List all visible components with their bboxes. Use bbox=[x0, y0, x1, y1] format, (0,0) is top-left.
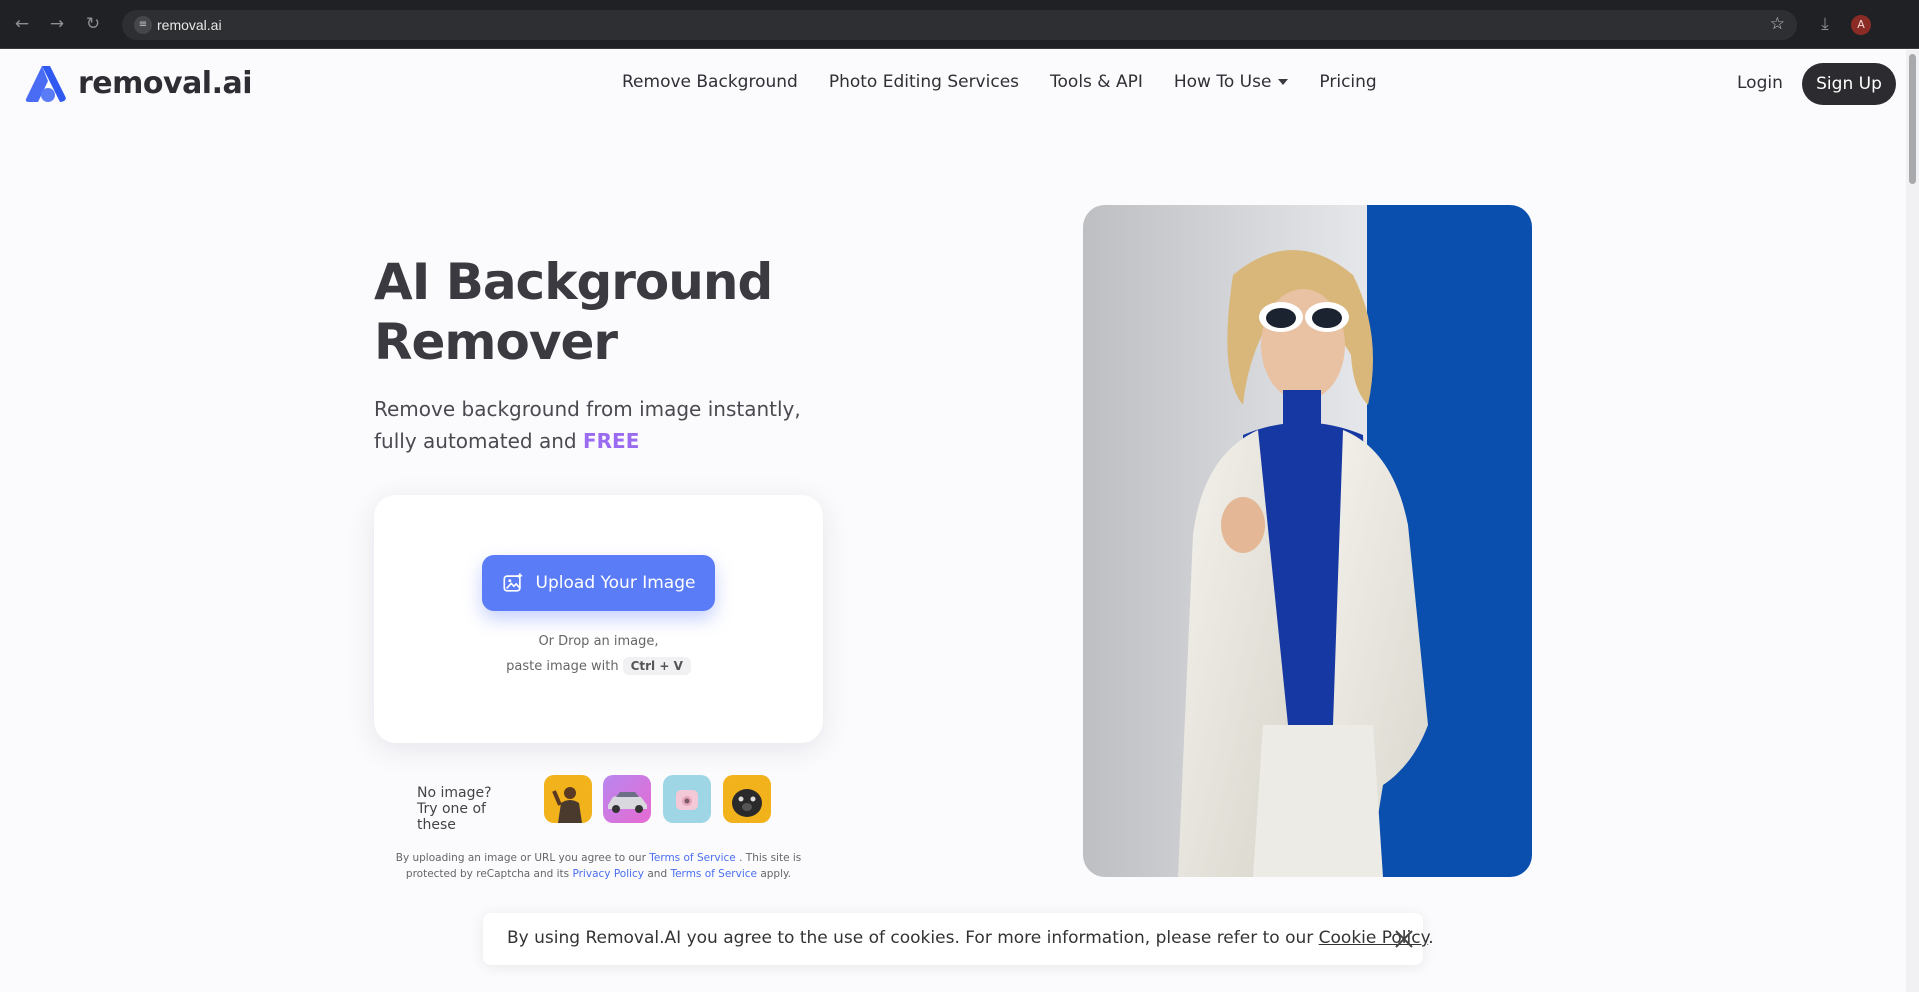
page-scrollbar[interactable] bbox=[1906, 50, 1919, 992]
nav-tools-api[interactable]: Tools & API bbox=[1050, 72, 1143, 92]
sample-person-thumbnail[interactable] bbox=[544, 775, 592, 823]
logo-mark-icon bbox=[25, 66, 66, 102]
hero-subtitle: Remove background from image instantly, … bbox=[374, 393, 854, 457]
cookie-message: By using Removal.AI you agree to the use… bbox=[507, 928, 1319, 948]
paste-shortcut-badge: Ctrl + V bbox=[622, 657, 691, 675]
sample-dog-image bbox=[723, 775, 771, 823]
back-arrow-icon[interactable]: ← bbox=[10, 12, 34, 36]
hero-subtitle-line1: Remove background from image instantly, bbox=[374, 397, 801, 421]
download-icon[interactable]: ⤓ bbox=[1813, 12, 1837, 36]
image-upload-icon bbox=[503, 573, 522, 592]
terms-of-service-link-2[interactable]: Terms of Service bbox=[670, 868, 757, 880]
star-icon[interactable]: ☆ bbox=[1770, 14, 1785, 34]
hero-title: AI Background Remover bbox=[374, 252, 814, 372]
reload-icon[interactable]: ↻ bbox=[81, 12, 105, 36]
sample-prompt-line1: No image? bbox=[417, 785, 492, 801]
close-icon[interactable] bbox=[1390, 925, 1418, 953]
cookie-banner: By using Removal.AI you agree to the use… bbox=[483, 913, 1434, 965]
profile-avatar[interactable]: A bbox=[1851, 15, 1871, 35]
page-viewport: removal.ai Remove Background Photo Editi… bbox=[0, 50, 1906, 992]
sample-prompt: No image? Try one of these bbox=[417, 785, 527, 833]
hero-subtitle-prefix: fully automated and bbox=[374, 429, 583, 453]
nav-how-to-use-label: How To Use bbox=[1173, 72, 1272, 92]
hero-title-line2: Remover bbox=[374, 313, 618, 371]
url-text[interactable]: removal.ai bbox=[157, 17, 222, 33]
terms-of-service-link[interactable]: Terms of Service bbox=[649, 852, 736, 864]
login-link[interactable]: Login bbox=[1737, 73, 1783, 93]
hero-title-line1: AI Background bbox=[374, 253, 773, 311]
browser-toolbar: ← → ↻ ≡ removal.ai ☆ ⤓ A bbox=[0, 0, 1919, 49]
legal-part1: By uploading an image or URL you agree t… bbox=[395, 852, 650, 864]
hero-photo bbox=[1083, 205, 1532, 877]
sample-camera-image bbox=[663, 775, 711, 823]
drop-hint: Or Drop an image, bbox=[538, 634, 659, 649]
nav-how-to-use[interactable]: How To Use bbox=[1174, 72, 1289, 92]
address-bar[interactable]: ≡ removal.ai ☆ bbox=[122, 10, 1797, 40]
tune-icon[interactable]: ≡ bbox=[134, 16, 152, 34]
cookie-suffix: . bbox=[1428, 928, 1434, 948]
legal-notice: By uploading an image or URL you agree t… bbox=[374, 850, 823, 882]
sample-car-image bbox=[603, 775, 651, 823]
legal-part3: and bbox=[644, 868, 671, 880]
sample-prompt-line2: Try one of these bbox=[417, 801, 486, 833]
caret-down-icon bbox=[1278, 79, 1289, 85]
scroll-thumb[interactable] bbox=[1909, 54, 1916, 184]
upload-card[interactable]: Upload Your Image Or Drop an image, past… bbox=[374, 495, 823, 743]
sample-camera-thumbnail[interactable] bbox=[663, 775, 711, 823]
paste-hint: paste image with Ctrl + V bbox=[374, 657, 823, 675]
site-logo[interactable]: removal.ai bbox=[24, 62, 253, 104]
upload-button-label: Upload Your Image bbox=[535, 573, 696, 593]
forward-arrow-icon[interactable]: → bbox=[45, 12, 69, 36]
free-highlight: FREE bbox=[582, 429, 640, 453]
paste-hint-text: paste image with bbox=[506, 659, 619, 674]
hero-model-image bbox=[1083, 205, 1532, 877]
legal-part4: apply. bbox=[757, 868, 792, 880]
hero-subtitle-line2: fully automated and FREE bbox=[374, 425, 854, 457]
logo-text: removal.ai bbox=[78, 65, 253, 101]
signup-button[interactable]: Sign Up bbox=[1802, 63, 1896, 105]
main-nav: Remove Background Photo Editing Services… bbox=[622, 72, 1377, 92]
sample-person-image bbox=[544, 775, 592, 823]
upload-image-button[interactable]: Upload Your Image bbox=[482, 555, 715, 611]
nav-photo-editing-services[interactable]: Photo Editing Services bbox=[829, 72, 1019, 92]
privacy-policy-link[interactable]: Privacy Policy bbox=[572, 868, 644, 880]
sample-car-thumbnail[interactable] bbox=[603, 775, 651, 823]
nav-remove-background[interactable]: Remove Background bbox=[622, 72, 798, 92]
nav-pricing[interactable]: Pricing bbox=[1319, 72, 1376, 92]
sample-dog-thumbnail[interactable] bbox=[723, 775, 771, 823]
cookie-text: By using Removal.AI you agree to the use… bbox=[507, 928, 1434, 948]
